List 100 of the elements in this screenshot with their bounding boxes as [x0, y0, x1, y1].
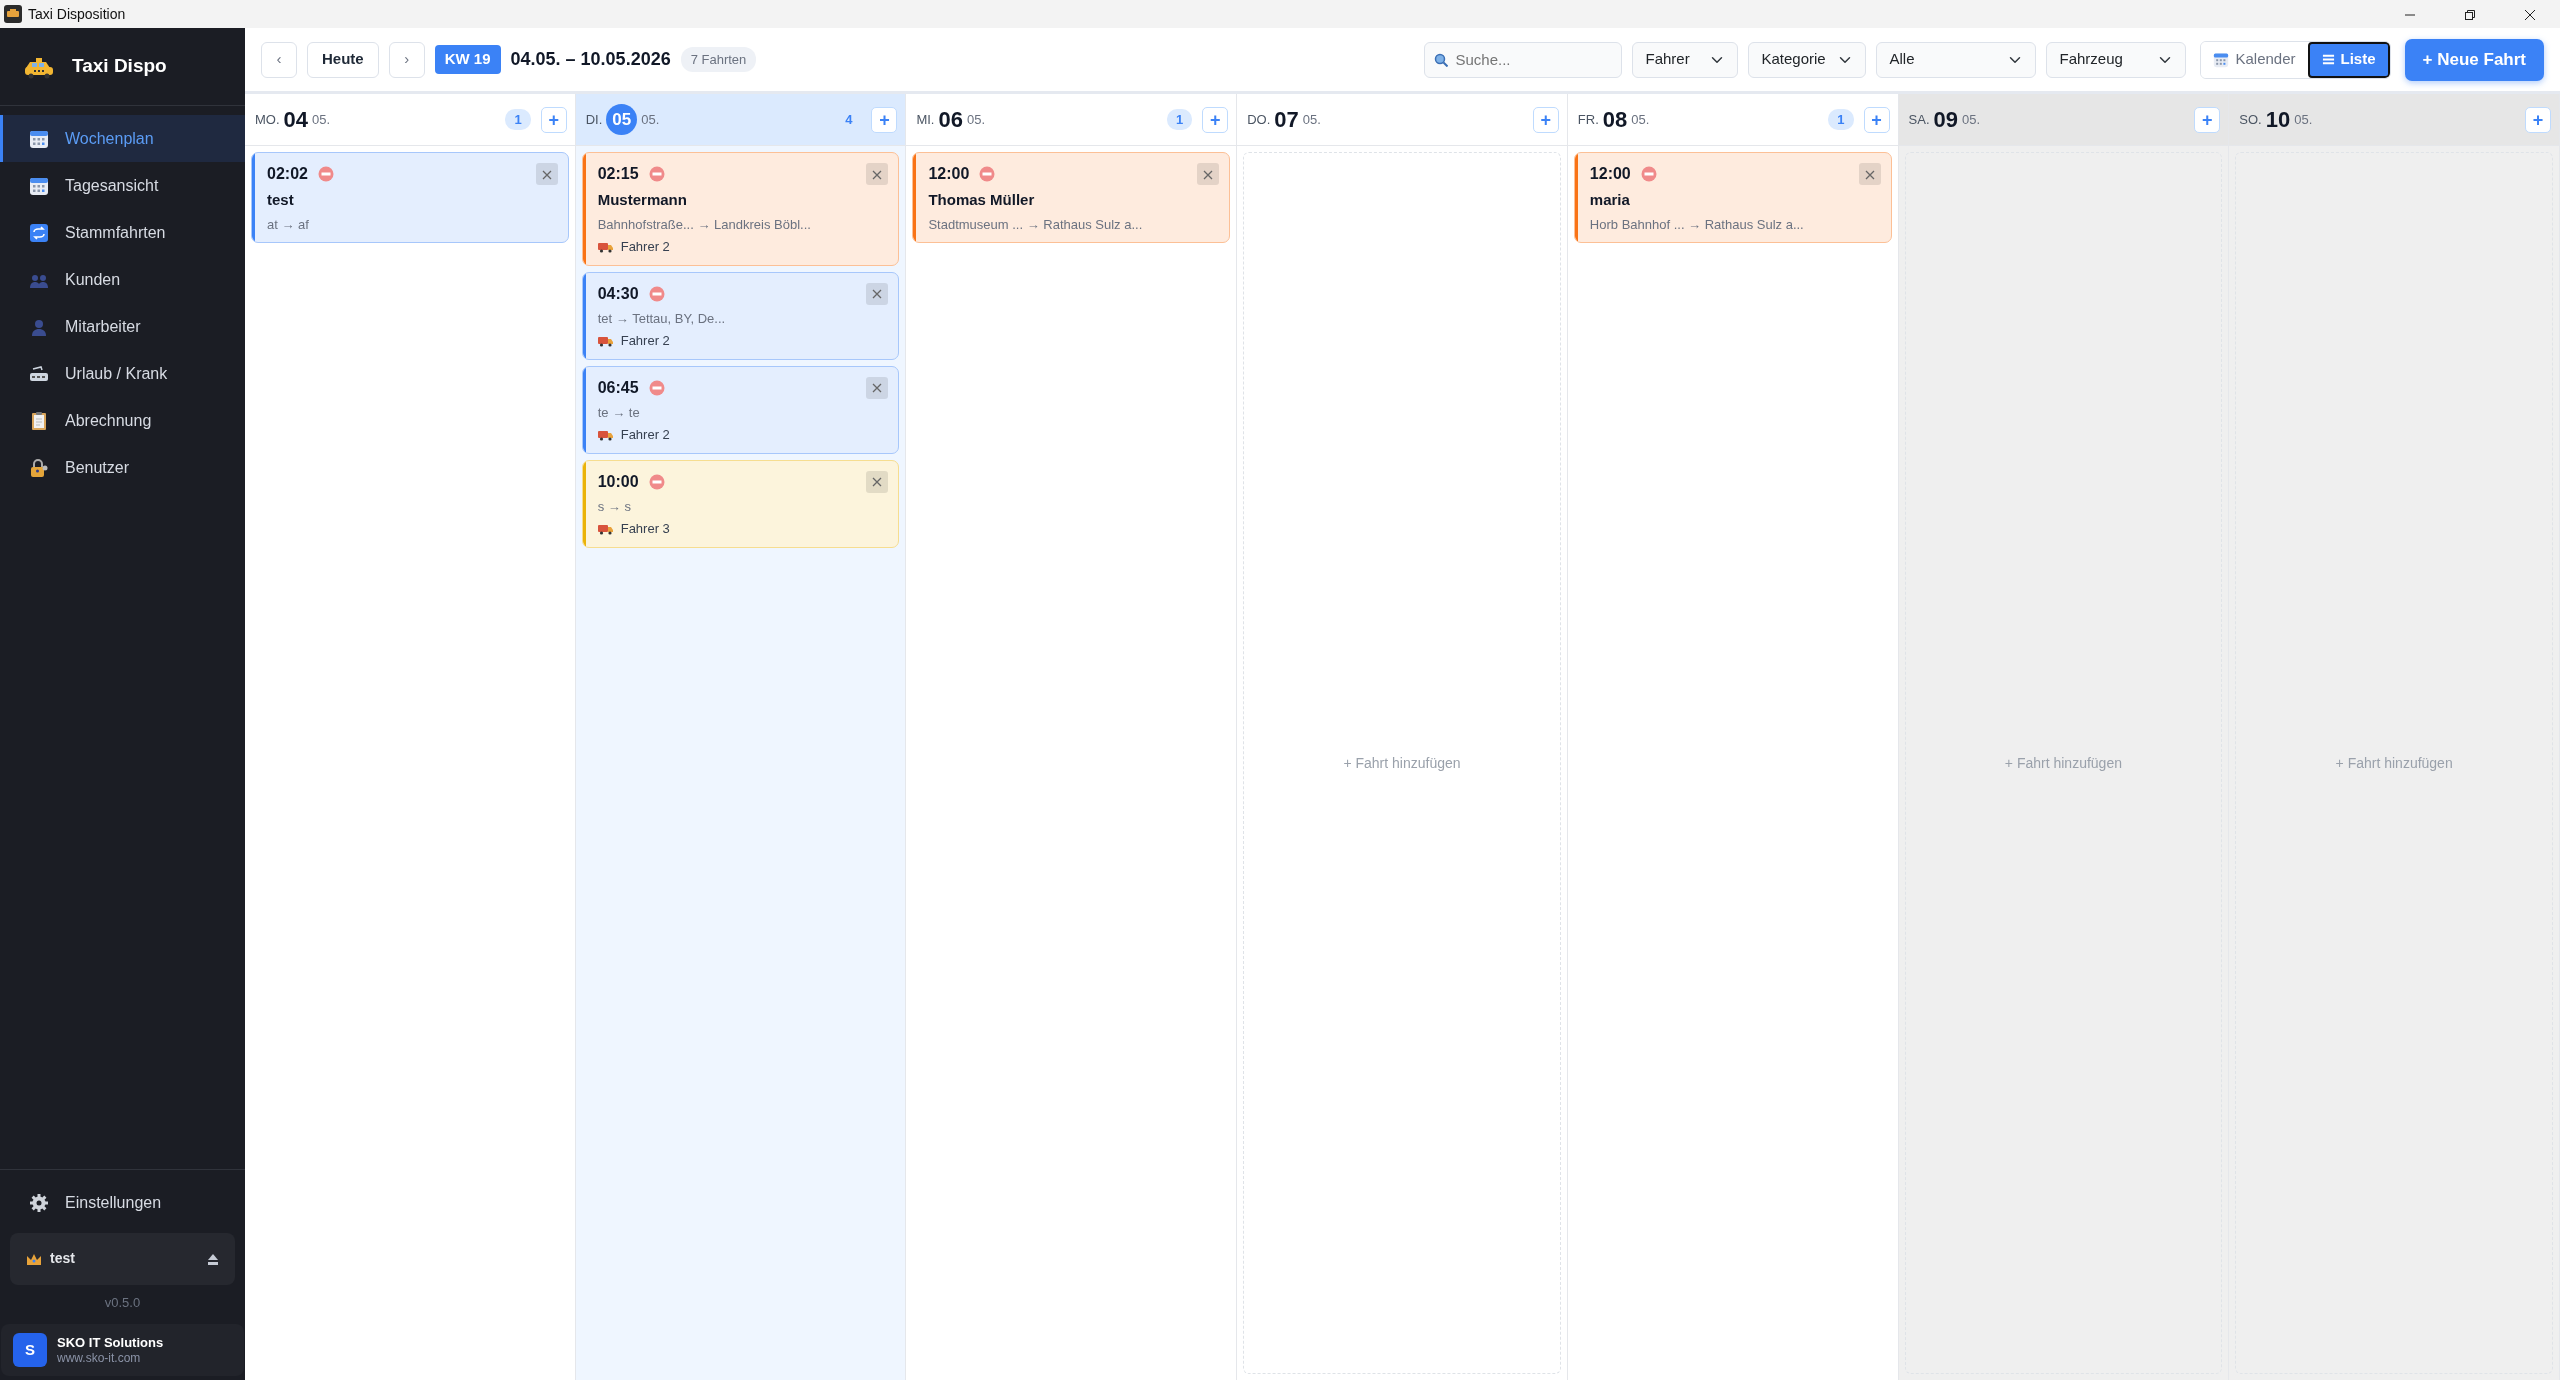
trip-time: 02:02 [267, 164, 308, 184]
truck-icon [597, 240, 613, 254]
settings-item[interactable]: Einstellungen [0, 1179, 245, 1227]
weekday-label: DO. [1247, 110, 1271, 129]
close-button[interactable] [1858, 163, 1881, 185]
no-entry-icon [317, 166, 334, 182]
filter-select[interactable]: Fahrzeug [2046, 41, 2187, 78]
close-button[interactable] [1197, 163, 1220, 185]
restore-icon [2464, 8, 2476, 21]
calendar-icon [2213, 51, 2230, 68]
trip-card[interactable]: 06:45 te → te Fahrer 2 [581, 365, 900, 454]
filter-select[interactable]: Alle [1876, 41, 2037, 78]
add-button[interactable]: + [871, 106, 898, 133]
customer-name: maria [1589, 190, 1631, 210]
search-field[interactable]: Suche... [1424, 41, 1623, 78]
trip-card[interactable]: 10:00 s → s Fahrer 3 [581, 459, 900, 548]
repeat-icon [29, 222, 49, 243]
user-menu[interactable]: test [10, 1232, 235, 1285]
user-name: test [50, 1249, 75, 1268]
month-label: 05. [1962, 110, 1981, 129]
date-range: 04.05. – 10.05.2026 [510, 48, 671, 71]
trip-time: 02:15 [597, 164, 639, 184]
add-button[interactable]: + [1863, 106, 1890, 133]
close-button[interactable] [866, 376, 889, 399]
close-button[interactable] [866, 163, 889, 185]
company-logo: S [13, 1333, 47, 1367]
no-entry-icon [648, 166, 665, 182]
close-icon [871, 476, 884, 489]
truck-icon [597, 428, 613, 442]
close-button[interactable] [866, 470, 889, 493]
month-label: 05. [312, 110, 331, 129]
version-label: v0.5.0 [103, 1293, 142, 1312]
week-badge: KW 19 [434, 45, 501, 74]
truck-icon [597, 334, 613, 348]
no-entry-icon [1640, 166, 1657, 182]
weekday-label: MI. [916, 110, 935, 129]
day-number: 10 [2265, 106, 2291, 134]
app-icon [4, 5, 22, 23]
sidebar-item[interactable]: Urlaub / Krank [0, 350, 245, 397]
close-button[interactable] [535, 163, 558, 185]
trip-route: at → af [267, 215, 310, 234]
add-button[interactable]: + [1532, 106, 1559, 133]
driver-name: Fahrer 2 [620, 332, 670, 350]
filter-select[interactable]: Kategorie [1748, 41, 1867, 78]
trip-card[interactable]: 02:02 test at → af [251, 152, 569, 243]
weekday-label: SA. [1908, 110, 1930, 129]
no-entry-icon [979, 166, 996, 182]
next-button[interactable]: › [388, 41, 425, 78]
trip-count: 7 Fahrten [680, 46, 757, 73]
trip-card[interactable]: 12:00 maria Horb Bahnhof ... → Rathaus Sulz a... [1573, 152, 1892, 243]
filter-select[interactable]: Fahrer [1632, 41, 1739, 78]
trip-card[interactable]: 04:30 tet → Tettau, BY, De... Fahrer 2 [581, 271, 900, 360]
driver-name: Fahrer 3 [620, 520, 670, 538]
trip-route: s → s [597, 497, 632, 516]
day-number: 08 [1602, 106, 1628, 134]
sidebar-item[interactable]: Wochenplan [0, 115, 245, 162]
previous-button[interactable]: ‹ [261, 41, 297, 78]
add-button[interactable]: + [2525, 106, 2551, 133]
sidebar-item[interactable]: Benutzer [0, 444, 245, 491]
add-button[interactable]: + [540, 106, 567, 133]
trip-count: 1 [1166, 108, 1193, 131]
clipboard-icon [29, 410, 49, 431]
today-day-number: 05 [606, 104, 638, 135]
customer-name: test [267, 190, 295, 210]
add-button[interactable]: + [1202, 106, 1229, 133]
trip-card[interactable]: 02:15 Mustermann Bahnhofstraße... → Landkreis Böbl... Fahrer 2 [581, 152, 900, 266]
trip-count: 1 [1828, 108, 1854, 131]
sidebar-item[interactable]: Abrechnung [0, 397, 245, 444]
company-name: SKO IT Solutions [57, 1335, 164, 1351]
close-icon [1202, 168, 1215, 181]
trip-route: Bahnhofstraße... → Landkreis Böbl... [597, 215, 812, 234]
company-url: www.sko-it.com [57, 1350, 142, 1365]
close-button[interactable] [866, 282, 889, 305]
close-icon [871, 288, 884, 301]
no-entry-icon [648, 285, 665, 302]
lock-icon [29, 457, 49, 478]
no-entry-icon [648, 379, 665, 396]
sidebar-item[interactable]: Kunden [0, 256, 245, 303]
trip-route: Stadtmuseum ... → Rathaus Sulz a... [928, 215, 1144, 234]
view-tab[interactable]: Liste [2307, 41, 2390, 78]
trip-route: Horb Bahnhof ... → Rathaus Sulz a... [1589, 215, 1805, 234]
trip-route: te → te [597, 403, 641, 422]
month-label: 05. [641, 110, 660, 129]
new-trip-button[interactable]: + Neue Fahrt [2404, 38, 2544, 81]
app-title: Taxi Dispo [72, 54, 167, 79]
trip-time: 10:00 [597, 471, 639, 492]
add-button[interactable]: + [2194, 106, 2221, 133]
day-number: 07 [1274, 106, 1299, 134]
sidebar-item[interactable]: Stammfahrten [0, 209, 245, 256]
window-title: Taxi Disposition [28, 4, 126, 24]
sidebar-item[interactable]: Tagesansicht [0, 162, 245, 209]
sidebar-item[interactable]: Mitarbeiter [0, 303, 245, 350]
day-number: 09 [1933, 106, 1958, 134]
driver-name: Fahrer 2 [620, 238, 670, 256]
month-label: 05. [966, 110, 986, 129]
trip-card[interactable]: 12:00 Thomas Müller Stadtmuseum ... → Rathaus Sulz a... [912, 152, 1231, 243]
close-icon [871, 382, 884, 395]
today-button[interactable]: Heute [307, 41, 379, 78]
close-icon [540, 168, 553, 181]
truck-icon [597, 522, 613, 536]
